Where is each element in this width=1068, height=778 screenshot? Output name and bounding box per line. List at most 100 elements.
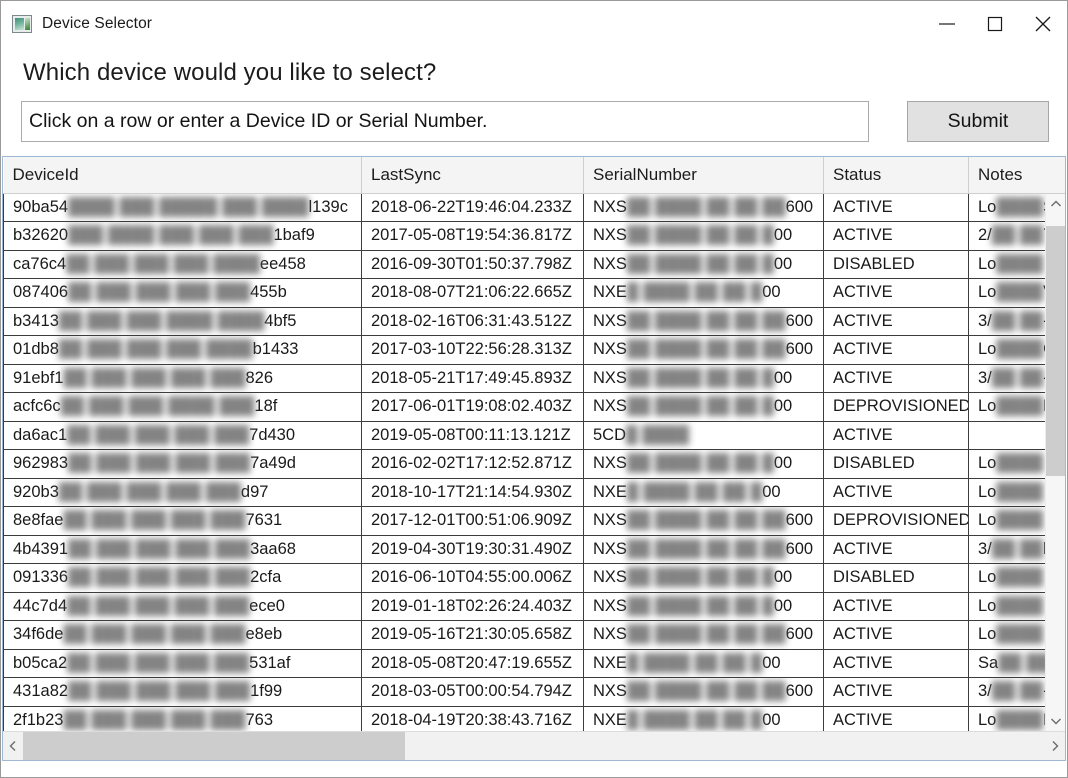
cell-lastsync[interactable]: 2016-02-02T17:12:52.871Z bbox=[361, 449, 584, 479]
cell-deviceid[interactable]: 091336 ██ ███ ███ ███ ███ 2cfa bbox=[3, 563, 362, 593]
cell-lastsync[interactable]: 2018-10-17T21:14:54.930Z bbox=[361, 478, 584, 507]
cell-lastsync[interactable]: 2018-06-22T19:46:04.233Z bbox=[361, 192, 584, 222]
cell-serialnumber[interactable]: NXS ██ ████ ██ ██ █ 00 bbox=[583, 221, 824, 251]
scroll-up-button[interactable] bbox=[1046, 194, 1066, 214]
cell-serialnumber[interactable]: NXS ██ ████ ██ ██ █ 00 bbox=[583, 592, 824, 621]
cell-status[interactable]: DEPROVISIONED bbox=[823, 392, 969, 422]
table-row[interactable]: 01db8 ██ ███ ███ ███ ████ b1433 2017-03-10T… bbox=[3, 335, 1065, 365]
cell-status[interactable]: DISABLED bbox=[823, 449, 969, 479]
scroll-down-button[interactable] bbox=[1046, 711, 1066, 731]
cell-lastsync[interactable]: 2017-06-01T19:08:02.403Z bbox=[361, 392, 584, 422]
table-row[interactable]: 44c7d4 ██ ███ ███ ███ ███ ece0 2019-01-18T0… bbox=[3, 592, 1065, 621]
cell-lastsync[interactable]: 2018-04-19T20:38:43.716Z bbox=[361, 706, 584, 731]
cell-deviceid[interactable]: b05ca2 ██ ███ ███ ███ ███ 531af bbox=[3, 649, 362, 678]
maximize-button[interactable] bbox=[971, 1, 1019, 47]
horizontal-scrollbar[interactable] bbox=[3, 731, 1065, 760]
column-header-deviceid[interactable]: DeviceId bbox=[3, 157, 362, 194]
cell-serialnumber[interactable]: NXS ██ ████ ██ ██ █ 00 bbox=[583, 364, 824, 393]
cell-serialnumber[interactable]: NXS ██ ████ ██ ██ ██ 600 bbox=[583, 307, 824, 336]
table-row[interactable]: acfc6c ██ ███ ███ ████ ███ 18f 2017-06-01T1… bbox=[3, 392, 1065, 422]
submit-button[interactable]: Submit bbox=[907, 101, 1049, 142]
cell-deviceid[interactable]: 920b3 ██ ███ ███ ███ ███ d97 bbox=[3, 478, 362, 507]
vertical-scrollbar[interactable] bbox=[1045, 194, 1065, 731]
cell-deviceid[interactable]: 087406 ██ ███ ███ ███ ███ 455b bbox=[3, 278, 362, 308]
cell-status[interactable]: ACTIVE bbox=[823, 592, 969, 621]
cell-lastsync[interactable]: 2017-12-01T00:51:06.909Z bbox=[361, 506, 584, 536]
minimize-button[interactable] bbox=[923, 1, 971, 47]
cell-status[interactable]: ACTIVE bbox=[823, 307, 969, 336]
table-row[interactable]: 431a82 ██ ███ ███ ███ ███ 1f99 2018-03-05T0… bbox=[3, 677, 1065, 707]
cell-serialnumber[interactable]: NXS ██ ████ ██ ██ ██ 600 bbox=[583, 192, 824, 222]
cell-deviceid[interactable]: acfc6c ██ ███ ███ ████ ███ 18f bbox=[3, 392, 362, 422]
table-row[interactable]: 34f6de ██ ███ ███ ███ ███ e8eb 2019-05-16T2… bbox=[3, 620, 1065, 650]
cell-status[interactable]: ACTIVE bbox=[823, 278, 969, 308]
cell-deviceid[interactable]: 34f6de ██ ███ ███ ███ ███ e8eb bbox=[3, 620, 362, 650]
cell-serialnumber[interactable]: NXS ██ ████ ██ ██ █ 00 bbox=[583, 250, 824, 279]
cell-lastsync[interactable]: 2018-02-16T06:31:43.512Z bbox=[361, 307, 584, 336]
cell-serialnumber[interactable]: NXS ██ ████ ██ ██ ██ 600 bbox=[583, 535, 824, 564]
table-row[interactable]: 91ebf1 ██ ███ ███ ███ ███ 826 2018-05-21T17… bbox=[3, 364, 1065, 393]
cell-lastsync[interactable]: 2016-09-30T01:50:37.798Z bbox=[361, 250, 584, 279]
cell-status[interactable]: ACTIVE bbox=[823, 421, 969, 450]
scroll-right-button[interactable] bbox=[1045, 740, 1065, 752]
cell-status[interactable]: ACTIVE bbox=[823, 335, 969, 365]
cell-lastsync[interactable]: 2018-05-08T20:47:19.655Z bbox=[361, 649, 584, 678]
cell-deviceid[interactable]: b3413 ██ ███ ███ ████ ████ 4bf5 bbox=[3, 307, 362, 336]
cell-lastsync[interactable]: 2017-05-08T19:54:36.817Z bbox=[361, 221, 584, 251]
cell-lastsync[interactable]: 2018-03-05T00:00:54.794Z bbox=[361, 677, 584, 707]
cell-status[interactable]: ACTIVE bbox=[823, 620, 969, 650]
cell-status[interactable]: ACTIVE bbox=[823, 364, 969, 393]
table-row[interactable]: 4b4391 ██ ███ ███ ███ ███ 3aa68 2019-04-30T… bbox=[3, 535, 1065, 564]
cell-serialnumber[interactable]: NXS ██ ████ ██ ██ █ 00 bbox=[583, 392, 824, 422]
cell-lastsync[interactable]: 2018-05-21T17:49:45.893Z bbox=[361, 364, 584, 393]
close-button[interactable] bbox=[1019, 1, 1067, 47]
cell-lastsync[interactable]: 2019-01-18T02:26:24.403Z bbox=[361, 592, 584, 621]
vertical-scroll-track[interactable] bbox=[1045, 214, 1065, 711]
cell-deviceid[interactable]: 4b4391 ██ ███ ███ ███ ███ 3aa68 bbox=[3, 535, 362, 564]
cell-serialnumber[interactable]: NXE █ ████ ██ ██ █ 00 bbox=[583, 706, 824, 731]
cell-status[interactable]: ACTIVE bbox=[823, 706, 969, 731]
table-row[interactable]: b3413 ██ ███ ███ ████ ████ 4bf5 2018-02-16T… bbox=[3, 307, 1065, 336]
cell-deviceid[interactable]: 91ebf1 ██ ███ ███ ███ ███ 826 bbox=[3, 364, 362, 393]
scroll-left-button[interactable] bbox=[3, 740, 23, 752]
column-header-status[interactable]: Status bbox=[823, 157, 969, 194]
cell-serialnumber[interactable]: NXS ██ ████ ██ ██ ██ 600 bbox=[583, 677, 824, 707]
table-row[interactable]: 8e8fae ██ ███ ███ ███ ███ 7631 2017-12-01T0… bbox=[3, 506, 1065, 536]
table-row[interactable]: 920b3 ██ ███ ███ ███ ███ d97 2018-10-17T21:… bbox=[3, 478, 1065, 507]
cell-status[interactable]: ACTIVE bbox=[823, 677, 969, 707]
cell-lastsync[interactable]: 2019-04-30T19:30:31.490Z bbox=[361, 535, 584, 564]
cell-status[interactable]: DISABLED bbox=[823, 250, 969, 279]
cell-status[interactable]: DEPROVISIONED bbox=[823, 506, 969, 536]
cell-serialnumber[interactable]: NXE █ ████ ██ ██ █ 00 bbox=[583, 649, 824, 678]
table-row[interactable]: ca76c4 ██ ███ ███ ███ ████ ee458 2016-09-30… bbox=[3, 250, 1065, 279]
table-row[interactable]: da6ac1 ██ ███ ███ ███ ███ 7d430 2019-05-08T… bbox=[3, 421, 1065, 450]
table-row[interactable]: 087406 ██ ███ ███ ███ ███ 455b 2018-08-07T2… bbox=[3, 278, 1065, 308]
cell-status[interactable]: ACTIVE bbox=[823, 478, 969, 507]
device-id-input[interactable] bbox=[21, 101, 869, 142]
cell-status[interactable]: ACTIVE bbox=[823, 192, 969, 222]
horizontal-scroll-thumb[interactable] bbox=[23, 731, 405, 760]
table-row[interactable]: b32620 ███ ████ ███ ███ ███ 1baf9 2017-05-0… bbox=[3, 221, 1065, 251]
cell-deviceid[interactable]: ca76c4 ██ ███ ███ ███ ████ ee458 bbox=[3, 250, 362, 279]
table-row[interactable]: b05ca2 ██ ███ ███ ███ ███ 531af 2018-05-08T… bbox=[3, 649, 1065, 678]
table-row[interactable]: 091336 ██ ███ ███ ███ ███ 2cfa 2016-06-10T0… bbox=[3, 563, 1065, 593]
column-header-serialnumber[interactable]: SerialNumber bbox=[583, 157, 824, 194]
vertical-scroll-thumb[interactable] bbox=[1045, 226, 1065, 476]
cell-lastsync[interactable]: 2016-06-10T04:55:00.006Z bbox=[361, 563, 584, 593]
cell-deviceid[interactable]: b32620 ███ ████ ███ ███ ███ 1baf9 bbox=[3, 221, 362, 251]
cell-status[interactable]: ACTIVE bbox=[823, 535, 969, 564]
cell-serialnumber[interactable]: 5CD █ ████ bbox=[583, 421, 824, 450]
table-row[interactable]: 962983 ██ ███ ███ ███ ███ 7a49d 2016-02-02T… bbox=[3, 449, 1065, 479]
cell-deviceid[interactable]: 962983 ██ ███ ███ ███ ███ 7a49d bbox=[3, 449, 362, 479]
cell-deviceid[interactable]: 431a82 ██ ███ ███ ███ ███ 1f99 bbox=[3, 677, 362, 707]
column-header-notes[interactable]: Notes bbox=[968, 157, 1065, 194]
cell-lastsync[interactable]: 2019-05-16T21:30:05.658Z bbox=[361, 620, 584, 650]
cell-deviceid[interactable]: 44c7d4 ██ ███ ███ ███ ███ ece0 bbox=[3, 592, 362, 621]
cell-deviceid[interactable]: 01db8 ██ ███ ███ ███ ████ b1433 bbox=[3, 335, 362, 365]
cell-status[interactable]: DISABLED bbox=[823, 563, 969, 593]
cell-deviceid[interactable]: 90ba54 ████ ███ █████ ███ ████ l139c bbox=[3, 192, 362, 222]
cell-lastsync[interactable]: 2017-03-10T22:56:28.313Z bbox=[361, 335, 584, 365]
cell-status[interactable]: ACTIVE bbox=[823, 221, 969, 251]
table-row[interactable]: 2f1b23 ██ ███ ███ ███ ███ 763 2018-04-19T20… bbox=[3, 706, 1065, 731]
cell-lastsync[interactable]: 2018-08-07T21:06:22.665Z bbox=[361, 278, 584, 308]
